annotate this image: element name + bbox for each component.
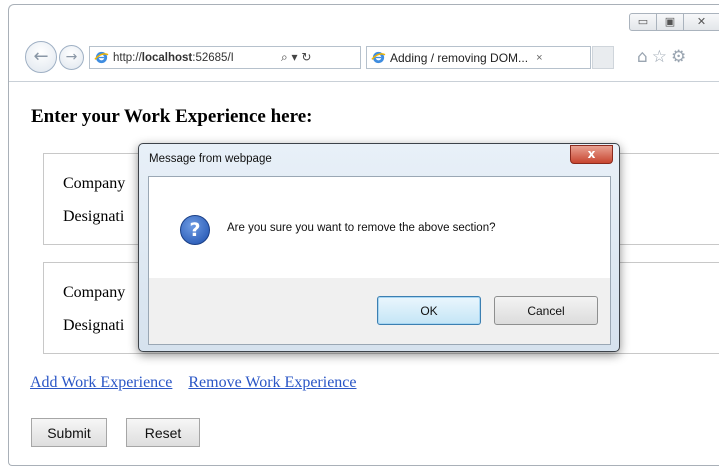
close-icon[interactable]: x [570, 145, 613, 164]
tab-title: Adding / removing DOM... [390, 50, 529, 65]
dialog-message: Are you sure you want to remove the abov… [227, 222, 496, 234]
address-url: http://localhost:52685/I [113, 51, 234, 64]
back-icon[interactable]: ← [25, 41, 57, 73]
new-tab-button[interactable] [592, 46, 614, 69]
minimize-button[interactable]: ▭ [629, 13, 657, 31]
submit-button[interactable]: Submit [31, 418, 107, 447]
dialog-title: Message from webpage [149, 153, 272, 165]
address-bar[interactable]: http://localhost:52685/I ⌕ ▾ ↻ [89, 46, 361, 69]
search-refresh-icons[interactable]: ⌕ ▾ ↻ [281, 50, 311, 65]
experience-links: Add Work Experience Remove Work Experien… [30, 374, 369, 392]
question-icon: ? [180, 215, 210, 245]
browser-toolbar: ← → http://localhost:52685/I ⌕ ▾ ↻ Addin… [9, 39, 719, 81]
remove-work-experience-link[interactable]: Remove Work Experience [188, 374, 356, 391]
close-window-button[interactable]: ✕ [683, 13, 719, 31]
browser-tool-icons: ⌂☆⚙ [637, 47, 690, 67]
cancel-button[interactable]: Cancel [494, 296, 598, 325]
company-label: Company [63, 284, 126, 301]
dialog-body: ? Are you sure you want to remove the ab… [148, 176, 611, 345]
designation-label: Designati [63, 208, 125, 225]
confirm-dialog: Message from webpage x ? Are you sure yo… [138, 143, 620, 352]
settings-gear-icon[interactable]: ⚙ [671, 47, 690, 67]
ok-button[interactable]: OK [377, 296, 481, 325]
company-label: Company [63, 175, 126, 192]
favorites-star-icon[interactable]: ☆ [652, 47, 671, 67]
reset-button[interactable]: Reset [126, 418, 200, 447]
add-work-experience-link[interactable]: Add Work Experience [30, 374, 172, 391]
home-icon[interactable]: ⌂ [637, 47, 652, 67]
window-caption-buttons: ▭ ▣ ✕ [629, 13, 719, 31]
maximize-button[interactable]: ▣ [656, 13, 684, 31]
tab-adding-removing-dom[interactable]: Adding / removing DOM... × [366, 46, 591, 69]
designation-label: Designati [63, 317, 125, 334]
tab-close-icon[interactable]: × [536, 52, 542, 64]
forward-icon[interactable]: → [59, 45, 84, 70]
ie-logo-icon [371, 51, 386, 64]
page-heading: Enter your Work Experience here: [31, 106, 313, 127]
ie-logo-icon [94, 51, 109, 64]
